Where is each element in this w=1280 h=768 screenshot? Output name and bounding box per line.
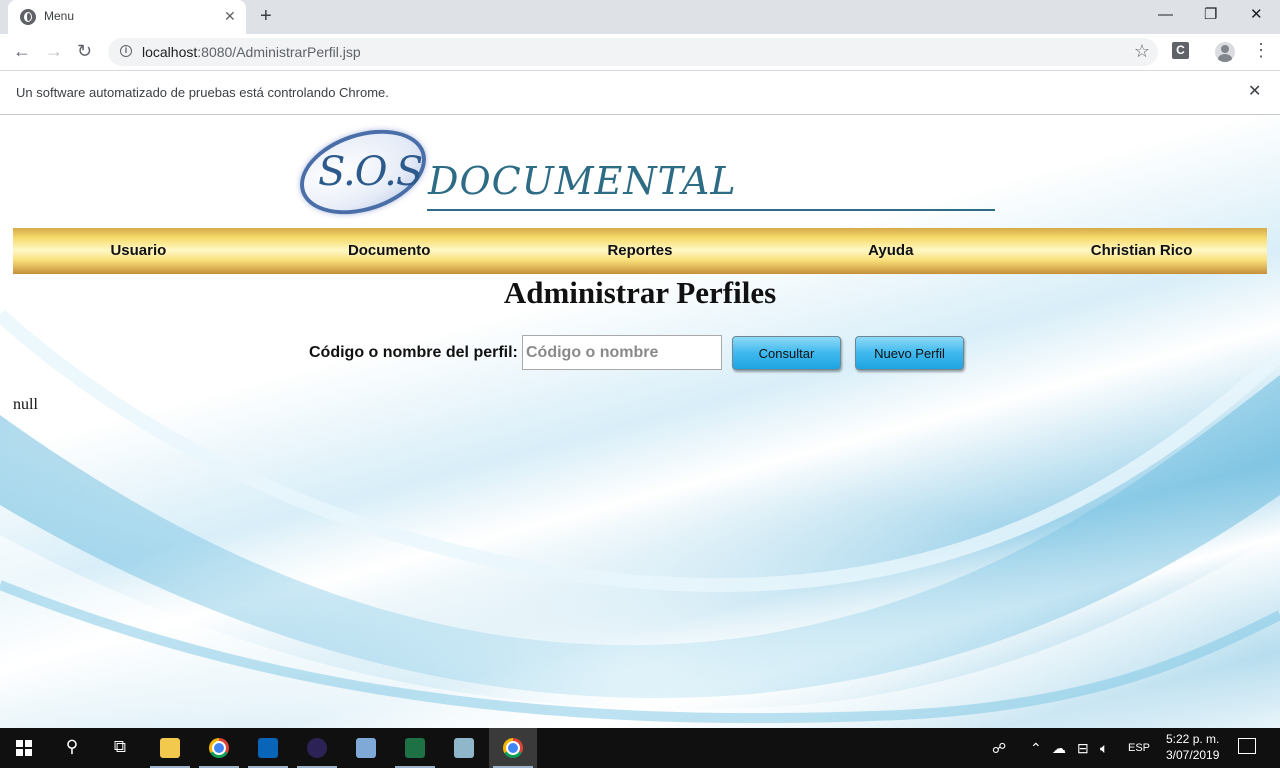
notepad-icon [454, 738, 474, 758]
logo-documental-text: DOCUMENTAL [428, 159, 737, 203]
menu-item-documento[interactable]: Documento [264, 228, 515, 274]
extension-icon[interactable]: C [1172, 42, 1189, 59]
result-output: null [13, 396, 38, 413]
url-host: localhost [142, 44, 198, 60]
address-bar[interactable]: i localhost:8080/AdministrarPerfil.jsp ☆ [108, 38, 1158, 66]
new-tab-icon[interactable]: + [260, 6, 272, 26]
logo-sos-text: S.O.S [318, 149, 423, 195]
people-icon[interactable]: ☍ [992, 738, 1006, 758]
forward-icon[interactable]: → [45, 41, 63, 61]
menu-item-ayuda[interactable]: Ayuda [765, 228, 1016, 274]
notification-center-icon[interactable] [1238, 738, 1256, 754]
search-icon: ⚲ [65, 737, 79, 756]
nuevo-perfil-button[interactable]: Nuevo Perfil [855, 336, 964, 370]
reload-icon[interactable]: ↻ [77, 41, 92, 61]
chrome-icon [209, 738, 229, 758]
infobar-close-icon[interactable]: ✕ [1248, 83, 1261, 101]
volume-icon[interactable]: 🔈︎ [1100, 738, 1108, 758]
browser-toolbar: ← → ↻ i localhost:8080/AdministrarPerfil… [0, 34, 1280, 71]
taskbar-excel[interactable] [391, 728, 439, 768]
profile-search-input[interactable] [522, 335, 722, 370]
search-button[interactable]: ⚲ [48, 728, 96, 768]
taskbar-chrome[interactable] [195, 728, 243, 768]
restore-icon[interactable]: ❐ [1204, 6, 1217, 24]
consultar-button[interactable]: Consultar [732, 336, 841, 370]
windows-logo-icon [16, 740, 32, 756]
clock-time: 5:22 p. m. [1166, 732, 1220, 746]
browser-menu-icon[interactable]: ⋮ [1252, 40, 1270, 60]
logo-underline [427, 209, 995, 211]
menu-item-usuario[interactable]: Usuario [13, 228, 264, 274]
profile-avatar-icon[interactable] [1215, 42, 1235, 62]
start-button[interactable] [0, 728, 48, 768]
system-clock[interactable]: 5:22 p. m. 3/07/2019 [1166, 731, 1219, 763]
folder-icon [160, 738, 180, 758]
back-icon[interactable]: ← [13, 41, 31, 61]
onedrive-cloud-icon[interactable]: ☁ [1052, 738, 1066, 758]
search-label: Código o nombre del perfil: [309, 344, 518, 361]
taskbar-outlook[interactable] [244, 728, 292, 768]
url-text: localhost:8080/AdministrarPerfil.jsp [142, 44, 361, 60]
close-window-icon[interactable]: ✕ [1250, 6, 1263, 24]
taskbar-eclipse[interactable] [293, 728, 341, 768]
cube-icon [356, 738, 376, 758]
globe-icon [20, 9, 36, 25]
main-menu-bar: Usuario Documento Reportes Ayuda Christi… [13, 228, 1267, 274]
taskbar-virtualbox[interactable] [342, 728, 390, 768]
menu-item-user-account[interactable]: Christian Rico [1016, 228, 1267, 274]
menu-item-reportes[interactable]: Reportes [515, 228, 766, 274]
url-path: :8080/AdministrarPerfil.jsp [197, 44, 361, 60]
eclipse-icon [307, 738, 327, 758]
info-icon[interactable]: i [120, 45, 132, 57]
page-content: S.O.S DOCUMENTAL Usuario Documento Repor… [0, 115, 1280, 728]
tab-title: Menu [44, 9, 75, 23]
chrome-icon [503, 738, 523, 758]
page-title: Administrar Perfiles [503, 275, 777, 310]
windows-taskbar: ⚲ ⧉ ☍ ⌃ ☁ ⊟ 🔈︎ ESP 5:22 p. m. 3/07/2019 [0, 728, 1280, 768]
minimize-icon[interactable]: — [1158, 6, 1173, 24]
task-view-icon: ⧉ [113, 737, 127, 756]
sos-documental-logo: S.O.S DOCUMENTAL [289, 115, 996, 230]
taskbar-notepad[interactable] [440, 728, 488, 768]
task-view-button[interactable]: ⧉ [96, 728, 144, 768]
taskbar-chrome-active[interactable] [489, 728, 537, 768]
outlook-icon [258, 738, 278, 758]
language-indicator[interactable]: ESP [1128, 738, 1150, 758]
browser-title-bar: Menu ✕ + — ❐ ✕ [0, 0, 1280, 34]
bookmark-star-icon[interactable]: ☆ [1134, 41, 1150, 62]
close-tab-icon[interactable]: ✕ [224, 8, 236, 24]
automation-infobar: Un software automatizado de pruebas está… [0, 71, 1280, 115]
infobar-message: Un software automatizado de pruebas está… [16, 85, 389, 100]
show-hidden-icons-chevron[interactable]: ⌃ [1030, 738, 1042, 758]
network-icon[interactable]: ⊟ [1077, 738, 1089, 758]
browser-tab[interactable]: Menu ✕ [8, 0, 246, 34]
taskbar-file-explorer[interactable] [146, 728, 194, 768]
excel-icon [405, 738, 425, 758]
clock-date: 3/07/2019 [1166, 748, 1220, 762]
